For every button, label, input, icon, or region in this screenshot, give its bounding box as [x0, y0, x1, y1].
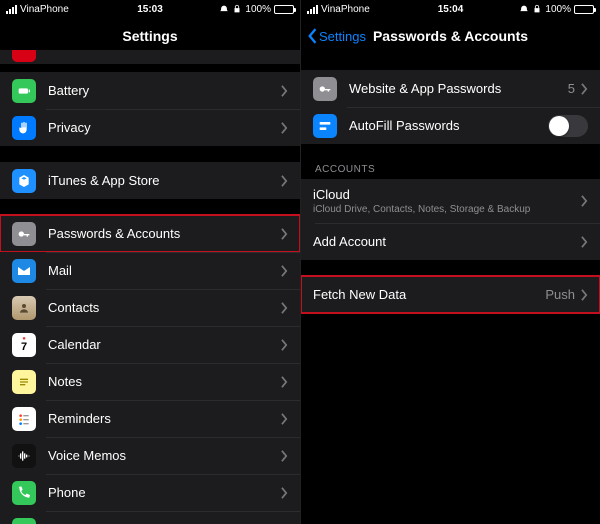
chevron-right-icon	[581, 195, 588, 207]
cell-messages[interactable]: Messages	[0, 511, 300, 524]
calendar-icon: ●7	[12, 333, 36, 357]
label: Phone	[48, 485, 281, 500]
carrier-label: VinaPhone	[20, 4, 69, 15]
back-label: Settings	[319, 29, 366, 44]
cell-general-partial[interactable]	[0, 50, 300, 64]
chevron-right-icon	[281, 85, 288, 97]
group-accounts: ACCOUNTS iCloud iCloud Drive, Contacts, …	[301, 160, 600, 260]
autofill-switch[interactable]	[548, 115, 588, 137]
signal-icon	[6, 5, 17, 14]
cell-battery[interactable]: Battery	[0, 72, 300, 109]
chevron-right-icon	[281, 487, 288, 499]
lock-icon	[232, 4, 242, 14]
label: Mail	[48, 263, 281, 278]
chevron-right-icon	[581, 83, 588, 95]
chevron-right-icon	[281, 450, 288, 462]
lock-icon	[532, 4, 542, 14]
label: Battery	[48, 83, 281, 98]
appstore-icon	[12, 169, 36, 193]
group-accounts-apps: Passwords & Accounts Mail Contacts ●7 Ca…	[0, 215, 300, 524]
key-icon	[313, 77, 337, 101]
fetch-value: Push	[545, 287, 575, 302]
cell-reminders[interactable]: Reminders	[0, 400, 300, 437]
cell-passwords-accounts[interactable]: Passwords & Accounts	[0, 215, 300, 252]
cell-calendar[interactable]: ●7 Calendar	[0, 326, 300, 363]
battery-icon	[12, 79, 36, 103]
label: AutoFill Passwords	[349, 118, 548, 133]
cell-autofill-passwords[interactable]: AutoFill Passwords	[301, 107, 600, 144]
right-screen: VinaPhone 15:04 100% Settings Passwords …	[300, 0, 600, 524]
hand-icon	[12, 116, 36, 140]
phone-icon	[12, 481, 36, 505]
chevron-right-icon	[281, 175, 288, 187]
cell-privacy[interactable]: Privacy	[0, 109, 300, 146]
page-title: Passwords & Accounts	[373, 28, 528, 44]
cell-notes[interactable]: Notes	[0, 363, 300, 400]
label: Passwords & Accounts	[48, 226, 281, 241]
group-fetch: Fetch New Data Push	[301, 276, 600, 313]
battery-icon	[574, 5, 594, 14]
status-time: 15:03	[137, 4, 163, 15]
cell-itunes[interactable]: iTunes & App Store	[0, 162, 300, 199]
cell-add-account[interactable]: Add Account	[301, 223, 600, 260]
cell-phone[interactable]: Phone	[0, 474, 300, 511]
page-title: Settings	[122, 28, 177, 44]
key-icon	[12, 222, 36, 246]
carrier-label: VinaPhone	[321, 4, 370, 15]
label: Contacts	[48, 300, 281, 315]
label: Reminders	[48, 411, 281, 426]
nav-bar: Settings	[0, 18, 300, 54]
nav-bar: Settings Passwords & Accounts	[301, 18, 600, 54]
chevron-right-icon	[281, 265, 288, 277]
notes-icon	[12, 370, 36, 394]
chevron-right-icon	[281, 339, 288, 351]
contacts-icon	[12, 296, 36, 320]
label: Website & App Passwords	[349, 81, 568, 96]
cell-mail[interactable]: Mail	[0, 252, 300, 289]
label: Notes	[48, 374, 281, 389]
status-bar: VinaPhone 15:04 100%	[301, 0, 600, 18]
general-icon	[12, 50, 36, 62]
chevron-right-icon	[281, 413, 288, 425]
sublabel: iCloud Drive, Contacts, Notes, Storage &…	[313, 204, 581, 215]
alarm-icon	[219, 4, 229, 14]
signal-icon	[307, 5, 318, 14]
label: Fetch New Data	[313, 287, 545, 302]
battery-pct: 100%	[545, 4, 571, 15]
chevron-right-icon	[281, 122, 288, 134]
chevron-right-icon	[281, 228, 288, 240]
battery-pct: 100%	[245, 4, 271, 15]
label: Add Account	[313, 234, 581, 249]
reminders-icon	[12, 407, 36, 431]
battery-icon	[274, 5, 294, 14]
chevron-right-icon	[281, 302, 288, 314]
label: iCloud	[313, 187, 581, 202]
back-button[interactable]: Settings	[307, 28, 366, 44]
group-passwords: Website & App Passwords 5 AutoFill Passw…	[301, 70, 600, 144]
chevron-right-icon	[581, 236, 588, 248]
group-battery-privacy: Battery Privacy	[0, 72, 300, 146]
status-time: 15:04	[438, 4, 464, 15]
alarm-icon	[519, 4, 529, 14]
left-screen: VinaPhone 15:03 100% Settings Battery	[0, 0, 300, 524]
autofill-icon	[313, 114, 337, 138]
cell-icloud[interactable]: iCloud iCloud Drive, Contacts, Notes, St…	[301, 179, 600, 223]
count: 5	[568, 81, 575, 96]
messages-icon	[12, 518, 36, 524]
accounts-header: ACCOUNTS	[301, 160, 600, 179]
chevron-right-icon	[281, 376, 288, 388]
group-itunes: iTunes & App Store	[0, 162, 300, 199]
status-bar: VinaPhone 15:03 100%	[0, 0, 300, 18]
label: Voice Memos	[48, 448, 281, 463]
cell-fetch-new-data[interactable]: Fetch New Data Push	[301, 276, 600, 313]
label: Calendar	[48, 337, 281, 352]
cell-contacts[interactable]: Contacts	[0, 289, 300, 326]
waveform-icon	[12, 444, 36, 468]
chevron-right-icon	[581, 289, 588, 301]
mail-icon	[12, 259, 36, 283]
label: Privacy	[48, 120, 281, 135]
cell-website-app-passwords[interactable]: Website & App Passwords 5	[301, 70, 600, 107]
cell-voice-memos[interactable]: Voice Memos	[0, 437, 300, 474]
label: iTunes & App Store	[48, 173, 281, 188]
